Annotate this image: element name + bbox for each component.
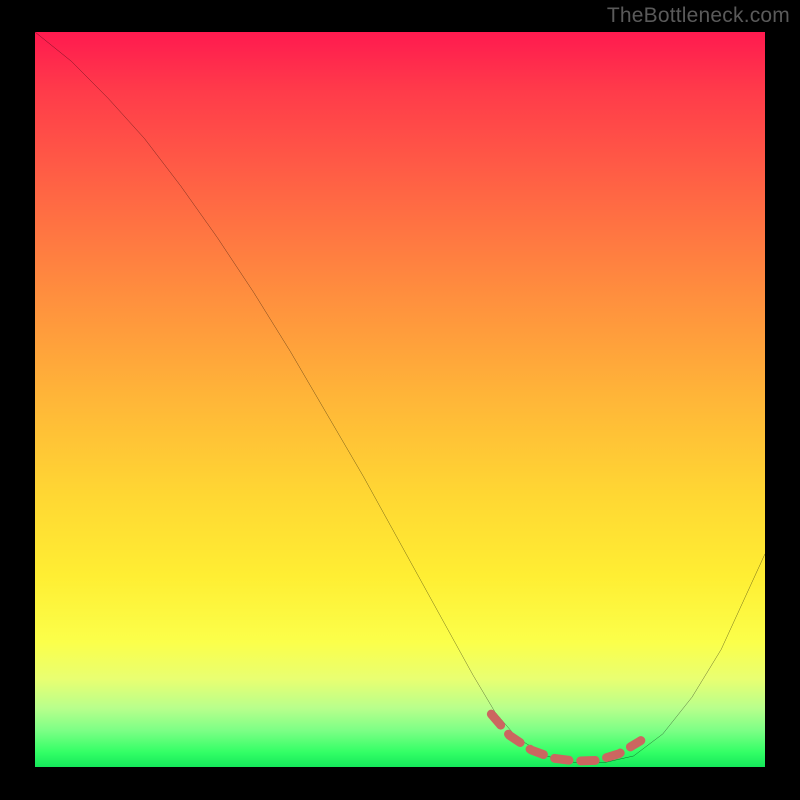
- bottleneck-curve: [35, 32, 765, 763]
- chart-svg: [35, 32, 765, 767]
- watermark-text: TheBottleneck.com: [607, 4, 790, 28]
- chart-frame: TheBottleneck.com: [0, 0, 800, 800]
- plot-area: [35, 32, 765, 767]
- highlight-band: [491, 714, 641, 761]
